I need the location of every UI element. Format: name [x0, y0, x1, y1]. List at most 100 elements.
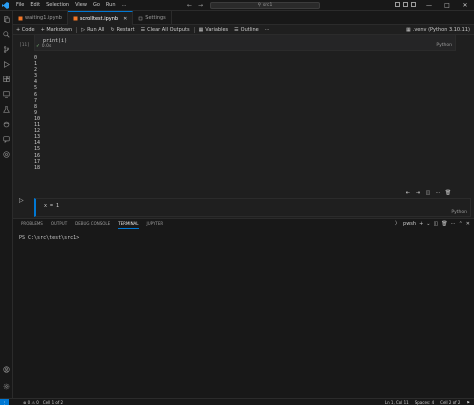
add-markdown-cell-button[interactable]: + Markdown: [38, 27, 76, 33]
more-cell-actions-icon[interactable]: ⋯: [434, 189, 442, 196]
toggle-secondary-sidebar-icon[interactable]: [411, 2, 416, 7]
menu-edit[interactable]: Edit: [27, 2, 43, 8]
run-all-icon: ▷: [81, 26, 86, 33]
title-bar: File Edit Selection View Go Run … ← → ⚲ …: [0, 0, 474, 11]
tab-debug-console[interactable]: DEBUG CONSOLE: [75, 221, 110, 229]
indentation[interactable]: Spaces: 4: [415, 400, 434, 405]
panel-tabs: PROBLEMS OUTPUT DEBUG CONSOLE TERMINAL J…: [21, 221, 163, 229]
variables-label: Variables: [205, 26, 229, 33]
cell-execution-count: [11]: [19, 43, 30, 48]
delete-cell-icon[interactable]: 🗑: [444, 189, 452, 196]
cell-output: 0 1 2 3 4 5 6 7 8 9 10 11 12 13 14 15 16 17 18: [34, 55, 40, 171]
run-all-button[interactable]: ▷ Run All: [78, 27, 107, 33]
cell-code[interactable]: x = 1: [44, 203, 59, 209]
notebook-file-icon: [73, 16, 78, 21]
split-cell-icon[interactable]: ◫: [424, 189, 432, 196]
github-icon[interactable]: [3, 151, 10, 158]
more-actions-button[interactable]: ⋯: [262, 27, 273, 33]
status-left: ⊗ 0 ⚠ 0 Cell 1 of 2: [23, 400, 63, 405]
split-terminal-icon[interactable]: ◫: [434, 221, 439, 227]
output-line: 16: [34, 152, 41, 159]
tab-jupyter[interactable]: JUPYTER: [147, 221, 164, 229]
menu-go[interactable]: Go: [90, 2, 103, 8]
layout-controls: [395, 2, 416, 7]
cell-language-label[interactable]: Python: [451, 210, 467, 215]
maximize-panel-icon[interactable]: ⌃: [459, 221, 463, 227]
run-cell-icon[interactable]: ▷: [19, 197, 24, 204]
execution-time: 0.0s: [41, 44, 52, 49]
run-all-label: Run All: [87, 26, 105, 33]
testing-icon[interactable]: [3, 106, 10, 113]
chat-icon[interactable]: [3, 136, 10, 143]
toolbar-divider: [76, 26, 78, 33]
toggle-panel-icon[interactable]: [403, 2, 408, 7]
code-cell-editor-active[interactable]: x = 1 Python: [34, 198, 471, 217]
status-bar: ⋮ ⊗ 0 ⚠ 0 Cell 1 of 2 Ln 1, Col 11 Space…: [0, 398, 474, 405]
cell-toolbar: ⇤ ⇥ ◫ ⋯ 🗑: [404, 189, 452, 196]
menu-more[interactable]: …: [119, 2, 130, 8]
chevron-down-icon[interactable]: ⌄: [426, 221, 430, 227]
forward-arrow-icon[interactable]: →: [198, 2, 203, 9]
cell-count[interactable]: Cell 2 of 2: [440, 400, 460, 405]
close-panel-icon[interactable]: ✕: [466, 221, 470, 227]
vscode-logo-icon: [0, 0, 11, 11]
code-cell-editor[interactable]: print(i) Python: [34, 34, 456, 51]
tab-scrolltest[interactable]: scrolltest.ipynb ✕: [67, 11, 134, 25]
toggle-sidebar-icon[interactable]: [395, 2, 400, 7]
terminal-prompt[interactable]: PS C:\src\test\src1>: [19, 235, 79, 241]
menu-bar: File Edit Selection View Go Run …: [13, 0, 130, 11]
output-line: 15: [34, 146, 41, 153]
close-window-icon[interactable]: ✕: [456, 0, 474, 11]
outline-label: Outline: [240, 26, 259, 33]
add-code-cell-button[interactable]: + Code: [13, 27, 38, 33]
maximize-icon[interactable]: □: [438, 0, 456, 11]
variables-button[interactable]: ▦ Variables: [196, 27, 232, 33]
clear-all-outputs-button[interactable]: ☰ Clear All Outputs: [138, 27, 193, 33]
remote-indicator-icon[interactable]: ⋮: [0, 398, 9, 405]
tab-problems[interactable]: PROBLEMS: [21, 221, 43, 229]
shell-name[interactable]: pwsh: [403, 221, 416, 227]
back-arrow-icon[interactable]: ←: [187, 2, 192, 9]
execute-above-icon[interactable]: ⇤: [404, 189, 412, 196]
cell-position[interactable]: Cell 1 of 2: [43, 400, 63, 405]
tab-waiting1[interactable]: waiting1.ipynb: [13, 11, 68, 25]
navigation-arrows: ← →: [187, 2, 203, 9]
tab-output[interactable]: OUTPUT: [51, 221, 67, 229]
menu-view[interactable]: View: [72, 2, 90, 8]
notifications-bell-icon[interactable]: ⚑: [466, 400, 470, 405]
tab-label: scrolltest.ipynb: [79, 15, 119, 22]
output-line: 18: [34, 164, 41, 171]
more-icon[interactable]: ⋯: [451, 221, 456, 227]
command-center-search[interactable]: ⚲ src1: [210, 2, 320, 9]
source-control-icon[interactable]: [3, 46, 10, 53]
remote-explorer-icon[interactable]: [3, 91, 10, 98]
manage-gear-icon[interactable]: [3, 383, 10, 390]
problems-count[interactable]: ⊗ 0 ⚠ 0: [23, 400, 39, 405]
cell-language-label[interactable]: Python: [436, 43, 452, 48]
execute-below-icon[interactable]: ⇥: [414, 189, 422, 196]
checkmark-icon: ✓: [36, 44, 40, 49]
search-view-icon[interactable]: [3, 31, 10, 38]
terminal-icon: 〉: [395, 221, 401, 227]
run-debug-icon[interactable]: [3, 61, 10, 68]
variables-icon: ▦: [198, 26, 204, 33]
tab-settings[interactable]: Settings: [133, 11, 172, 25]
search-text: src1: [262, 3, 273, 8]
accounts-icon[interactable]: [3, 366, 10, 373]
close-tab-icon[interactable]: ✕: [123, 16, 127, 22]
new-terminal-icon[interactable]: +: [419, 221, 423, 227]
tab-terminal[interactable]: TERMINAL: [118, 221, 139, 229]
menu-file[interactable]: File: [13, 2, 27, 8]
kernel-label: .venv (Python 3.10.11): [412, 27, 470, 33]
kill-terminal-icon[interactable]: 🗑: [441, 221, 447, 227]
jupyter-icon[interactable]: [3, 121, 10, 128]
menu-selection[interactable]: Selection: [43, 2, 72, 8]
outline-button[interactable]: ☰ Outline: [231, 27, 262, 33]
output-line: 17: [34, 158, 41, 165]
menu-run[interactable]: Run: [103, 2, 119, 8]
cursor-position[interactable]: Ln 1, Col 11: [385, 400, 409, 405]
extensions-icon[interactable]: [3, 76, 10, 83]
minimize-icon[interactable]: —: [420, 0, 438, 11]
restart-button[interactable]: ↻ Restart: [107, 27, 137, 33]
explorer-icon[interactable]: [3, 16, 10, 23]
